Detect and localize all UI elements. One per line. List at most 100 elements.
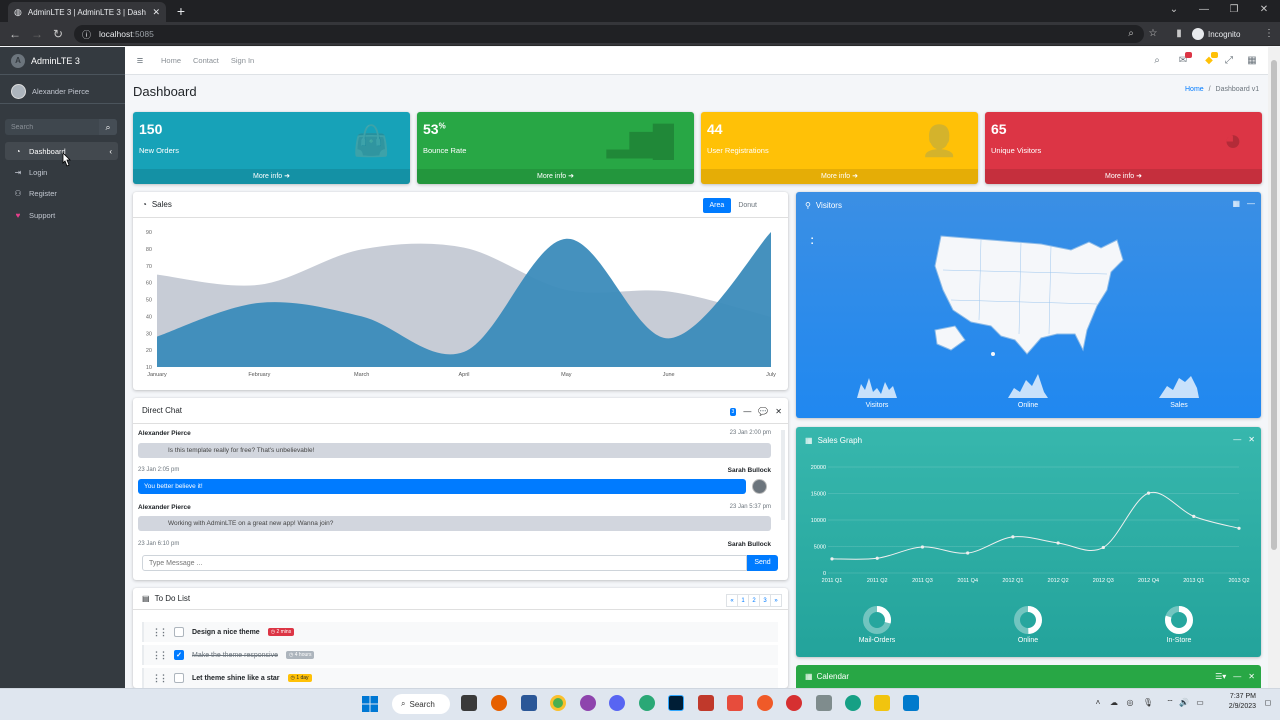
more-info-link[interactable]: More info ➜	[701, 169, 978, 184]
browser-menu-icon[interactable]: ⋮	[1262, 28, 1276, 40]
page-title: Dashboard	[133, 84, 197, 99]
todo-item[interactable]: ⋮⋮ Let theme shine like a star ◷ 1 day	[142, 668, 778, 688]
tab-search-icon[interactable]: ⌄	[1164, 3, 1184, 17]
nav-link-home[interactable]: Home	[155, 56, 187, 65]
comments-icon[interactable]: 💬	[758, 407, 768, 416]
vscode-icon[interactable]	[903, 695, 919, 711]
fullscreen-icon[interactable]: ⤢	[1222, 54, 1236, 68]
app-icon[interactable]	[816, 695, 832, 711]
reload-icon[interactable]: ↻	[51, 27, 65, 41]
brand-link[interactable]: A AdminLTE 3	[0, 47, 125, 75]
collapse-icon[interactable]: —	[1233, 672, 1241, 681]
close-icon[interactable]: ✕	[1248, 435, 1255, 444]
bookmark-star-icon[interactable]: ☆	[1146, 28, 1160, 40]
sidebar-item-support[interactable]: ♥ Support	[5, 206, 118, 224]
drag-handle-icon[interactable]: ⋮⋮	[152, 627, 168, 638]
todo-item[interactable]: ⋮⋮ Design a nice theme ◷ 2 mins	[142, 622, 778, 642]
windows-start-icon[interactable]	[362, 696, 378, 712]
forward-icon[interactable]: →	[30, 27, 44, 41]
side-panel-icon[interactable]: ▮	[1172, 28, 1186, 40]
tray-chevron-icon[interactable]: ˄	[1092, 698, 1104, 707]
user-name[interactable]: Alexander Pierce	[32, 87, 89, 96]
chat-scrollbar[interactable]	[781, 430, 785, 520]
zoom-icon[interactable]: ⌕	[1124, 28, 1138, 40]
discord-icon[interactable]	[609, 695, 625, 711]
close-icon[interactable]: ✕	[775, 407, 782, 416]
navbar-search-icon[interactable]: ⌕	[1150, 54, 1164, 68]
photoshop-icon[interactable]	[668, 695, 684, 711]
firefox-icon[interactable]	[491, 695, 507, 711]
close-window-icon[interactable]: ✕	[1254, 3, 1274, 17]
tab-area[interactable]: Area	[702, 198, 732, 213]
notification-center-icon[interactable]: ◻	[1262, 698, 1274, 707]
url-bar[interactable]: ⓘ localhost:5085	[74, 25, 1144, 43]
nav-link-sign-in[interactable]: Sign In	[225, 56, 260, 65]
breadcrumb-home[interactable]: Home	[1185, 86, 1204, 93]
collapse-icon[interactable]: —	[743, 407, 751, 416]
drag-handle-icon[interactable]: ⋮⋮	[152, 650, 168, 661]
send-button[interactable]: Send	[747, 555, 778, 571]
wifi-icon[interactable]: ⌔	[1164, 698, 1176, 708]
search-icon: ⌕	[401, 699, 406, 708]
more-info-link[interactable]: More info ➜	[133, 169, 410, 184]
back-icon[interactable]: ←	[8, 27, 22, 41]
sidebar-item-register[interactable]: ⚇ Register	[5, 184, 118, 202]
y-tick-label: 70	[146, 264, 152, 270]
app-icon[interactable]	[580, 695, 596, 711]
tray-app-icon[interactable]: ◎	[1124, 698, 1136, 707]
tab-donut[interactable]: Donut	[731, 198, 764, 213]
minimize-icon[interactable]: —	[1194, 3, 1214, 17]
calendar-icon[interactable]: ▦	[1232, 199, 1240, 208]
menu-dropdown-icon[interactable]: ☰▾	[1215, 672, 1226, 681]
todo-checkbox[interactable]	[174, 673, 184, 683]
page-next[interactable]: »	[770, 594, 782, 607]
app-icon[interactable]	[727, 695, 743, 711]
incognito-indicator[interactable]: Incognito	[1192, 27, 1240, 41]
taskbar-clock[interactable]: 7:37 PM 2/9/2023	[1214, 692, 1256, 712]
task-view-icon[interactable]	[461, 695, 477, 711]
pagination: « 1 2 3 »	[726, 594, 782, 607]
microphone-icon[interactable]: 🎙	[1142, 698, 1154, 707]
sparkline-sales: Sales	[1157, 370, 1201, 409]
todo-item[interactable]: ⋮⋮ ✓ Make the theme responsive ◷ 4 hours	[142, 645, 778, 665]
user-panel[interactable]: Alexander Pierce	[0, 80, 125, 104]
new-tab-button[interactable]: +	[174, 3, 188, 19]
app-icon[interactable]	[757, 695, 773, 711]
restore-icon[interactable]: ❐	[1224, 3, 1244, 17]
app-icon[interactable]	[845, 695, 861, 711]
app-icon[interactable]	[698, 695, 714, 711]
app-icon[interactable]	[521, 695, 537, 711]
map-zoom-controls[interactable]: ▪ ▪	[811, 236, 817, 249]
hamburger-menu-icon[interactable]: ≡	[125, 55, 155, 67]
chrome-icon[interactable]	[550, 695, 566, 711]
box-value: 53%	[423, 121, 446, 137]
todo-checkbox[interactable]	[174, 627, 184, 637]
todo-checkbox[interactable]: ✓	[174, 650, 184, 660]
notifications-icon[interactable]: ◆	[1202, 52, 1218, 68]
collapse-icon[interactable]: —	[1233, 435, 1241, 444]
battery-icon[interactable]: ▭	[1194, 698, 1206, 707]
close-tab-icon[interactable]: ✕	[152, 7, 160, 18]
data-point	[1056, 541, 1060, 545]
sidebar-search-input[interactable]	[5, 119, 99, 135]
info-icon[interactable]: ⓘ	[82, 28, 91, 41]
control-sidebar-icon[interactable]: ▦	[1245, 54, 1259, 68]
taskbar-search[interactable]: ⌕ Search	[392, 694, 450, 714]
app-icon[interactable]	[639, 695, 655, 711]
close-icon[interactable]: ✕	[1248, 672, 1255, 681]
taskbar-search-label: Search	[409, 699, 435, 709]
tray-cloud-icon[interactable]: ☁	[1108, 698, 1120, 707]
chat-message-input[interactable]	[142, 555, 747, 571]
browser-tab[interactable]: ◍ AdminLTE 3 | AdminLTE 3 | Dash ✕	[8, 2, 166, 22]
search-icon[interactable]: ⌕	[99, 119, 117, 135]
app-icon[interactable]	[786, 695, 802, 711]
page-scrollbar-thumb[interactable]	[1271, 60, 1277, 550]
more-info-link[interactable]: More info ➜	[417, 169, 694, 184]
file-explorer-icon[interactable]	[874, 695, 890, 711]
volume-icon[interactable]: 🔊	[1178, 698, 1190, 707]
collapse-icon[interactable]: —	[1247, 199, 1255, 208]
drag-handle-icon[interactable]: ⋮⋮	[152, 673, 168, 684]
nav-link-contact[interactable]: Contact	[187, 56, 225, 65]
messages-icon[interactable]: ✉	[1176, 52, 1192, 68]
more-info-link[interactable]: More info ➜	[985, 169, 1262, 184]
